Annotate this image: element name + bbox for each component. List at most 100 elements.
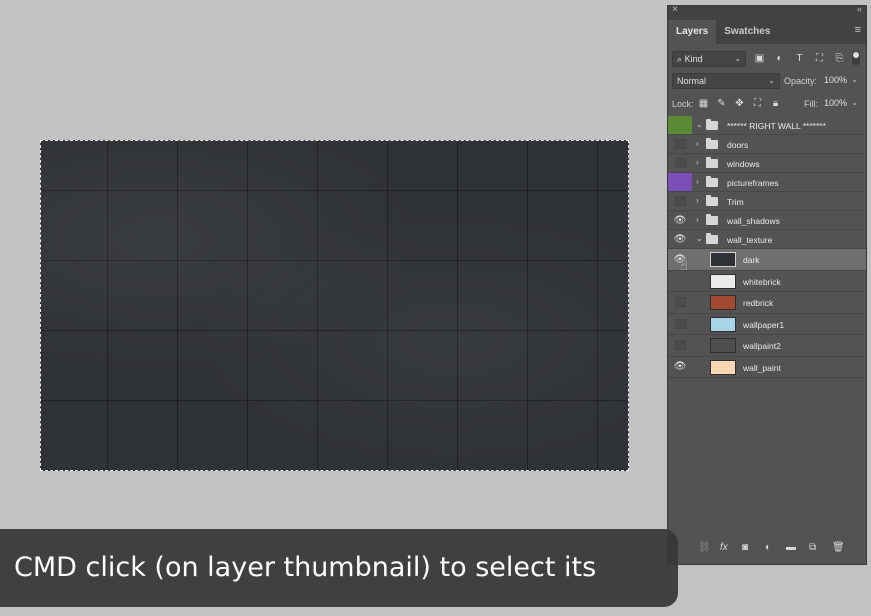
document-canvas[interactable] <box>40 140 629 471</box>
layer-row-wallpaint2[interactable]: wallpaint2 <box>668 335 866 357</box>
layer-thumbnail[interactable] <box>710 252 736 267</box>
filter-shape-icon[interactable]: ⛶ <box>814 53 825 64</box>
layer-row-pictureframes[interactable]: › pictureframes <box>668 173 866 192</box>
layer-name: Trim <box>727 197 744 207</box>
filter-kind-label: Kind <box>684 54 703 64</box>
layer-name: redbrick <box>743 298 774 308</box>
filter-type-icon[interactable]: T <box>794 53 805 64</box>
layer-name: wallpaint2 <box>743 341 781 351</box>
folder-icon <box>706 138 718 149</box>
panel-title-bar: × « <box>668 4 866 17</box>
layer-thumbnail[interactable] <box>710 295 736 310</box>
chevron-down-icon: ⌄ <box>734 54 741 63</box>
close-panel-icon[interactable]: × <box>672 4 678 15</box>
chevron-down-icon: ⌄ <box>768 76 775 85</box>
layer-row-wall-shadows[interactable]: 👁︎ › wall_shadows <box>668 211 866 230</box>
folder-icon <box>706 195 718 206</box>
layer-thumbnail[interactable] <box>710 338 736 353</box>
fx-icon[interactable]: fx <box>720 542 728 553</box>
visibility-toggle[interactable] <box>668 335 692 356</box>
filter-kind-select[interactable]: ⌕ Kind ⌄ <box>672 51 746 67</box>
visibility-toggle-box <box>674 318 686 329</box>
blend-row: Normal ⌄ Opacity: 100% ⌄ <box>668 70 866 92</box>
layer-row-wall-texture[interactable]: 👁︎ ⌄ wall_texture <box>668 230 866 249</box>
chevron-down-icon[interactable]: ⌄ <box>696 120 703 129</box>
folder-icon <box>706 233 718 244</box>
lock-all-icon[interactable]: 🔒︎ <box>770 98 781 109</box>
folder-icon <box>706 119 718 130</box>
layers-bottom-toolbar: ⛓︎ fx ◙ ◐ ▬ ⧉ 🗑︎ <box>668 542 866 558</box>
visibility-toggle-box <box>674 297 686 308</box>
filter-pixel-icon[interactable]: ▣ <box>754 53 765 64</box>
layer-thumbnail[interactable] <box>710 359 736 375</box>
tab-layers[interactable]: Layers <box>668 20 717 44</box>
visibility-toggle[interactable] <box>668 192 692 210</box>
lock-transparent-icon[interactable]: ▦ <box>698 98 709 109</box>
visibility-toggle[interactable] <box>668 292 692 313</box>
chevron-right-icon[interactable]: › <box>696 139 699 148</box>
visibility-toggle[interactable] <box>668 314 692 335</box>
layer-row-trim[interactable]: › Trim <box>668 192 866 211</box>
eye-icon: 👁︎ <box>673 361 687 373</box>
lock-brush-icon[interactable]: ✎ <box>716 98 727 109</box>
chevron-down-icon[interactable]: ⌄ <box>696 234 703 243</box>
trash-icon[interactable]: 🗑︎ <box>832 542 845 553</box>
chevron-right-icon[interactable]: › <box>696 177 699 186</box>
opacity-label: Opacity: <box>784 76 818 86</box>
layer-row-wall-paint[interactable]: 👁︎ wall_paint <box>668 357 866 378</box>
visibility-toggle-box <box>674 196 686 206</box>
layer-name: ****** RIGHT WALL ******* <box>727 121 826 131</box>
new-group-icon[interactable]: ▬ <box>786 542 796 553</box>
layer-row-doors[interactable]: › doors <box>668 135 866 154</box>
blend-mode-select[interactable]: Normal ⌄ <box>672 73 780 89</box>
adjustment-layer-icon[interactable]: ◐ <box>765 542 771 553</box>
tab-swatches[interactable]: Swatches <box>716 20 778 44</box>
layer-row-windows[interactable]: › windows <box>668 154 866 173</box>
fill-value: 100% <box>824 98 848 108</box>
layer-name: wall_shadows <box>727 216 780 226</box>
chevron-right-icon[interactable]: › <box>696 158 699 167</box>
visibility-toggle[interactable] <box>668 173 692 191</box>
layers-panel: × « Layers Swatches ≡ ⌕ Kind ⌄ ▣ ◐ T ⛶ ⎘… <box>667 4 867 565</box>
filter-smart-object-icon[interactable]: ⎘ <box>834 53 845 64</box>
filter-toggle-switch[interactable] <box>852 51 860 65</box>
visibility-toggle[interactable] <box>668 154 692 172</box>
layer-row-redbrick[interactable]: redbrick <box>668 292 866 314</box>
search-icon: ⌕ <box>677 54 683 64</box>
layer-row-wallpaper1[interactable]: wallpaper1 <box>668 314 866 335</box>
lock-row: Lock: ▦ ✎ ✥ ⛶ 🔒︎ Fill: 100% ⌄ <box>668 93 866 115</box>
chevron-right-icon[interactable]: › <box>696 215 699 224</box>
layers-list: ⌄ ****** RIGHT WALL ******* › doors › wi… <box>668 116 866 378</box>
add-mask-icon[interactable]: ◙ <box>742 542 748 553</box>
eye-icon: 👁︎ <box>673 214 687 226</box>
layer-name: wallpaper1 <box>743 319 785 330</box>
hand-cursor-icon: ☝︎ <box>680 258 688 273</box>
visibility-toggle-box <box>674 139 686 149</box>
panel-menu-icon[interactable]: ≡ <box>855 24 861 36</box>
visibility-toggle[interactable]: 👁︎ <box>668 211 692 229</box>
link-layers-icon[interactable]: ⛓︎ <box>698 542 711 553</box>
visibility-toggle[interactable] <box>668 116 692 134</box>
layer-name: wall_paint <box>743 362 781 373</box>
layer-row-right-wall[interactable]: ⌄ ****** RIGHT WALL ******* <box>668 116 866 135</box>
chevron-right-icon[interactable]: › <box>696 196 699 205</box>
fill-field[interactable]: 100% ⌄ <box>820 96 862 112</box>
lock-label: Lock: <box>672 99 694 109</box>
lock-artboard-icon[interactable]: ⛶ <box>752 98 763 109</box>
filter-adjustment-icon[interactable]: ◐ <box>774 53 785 64</box>
layer-thumbnail[interactable] <box>710 316 736 332</box>
toggle-knob-icon <box>853 52 859 58</box>
visibility-toggle[interactable]: 👁︎ <box>668 357 692 378</box>
layer-row-dark[interactable]: 👁︎ dark <box>668 249 866 271</box>
opacity-field[interactable]: 100% ⌄ <box>820 73 862 89</box>
collapse-panel-icon[interactable]: « <box>857 4 862 14</box>
visibility-toggle[interactable]: 👁︎ <box>668 230 692 248</box>
layer-name: pictureframes <box>727 178 779 188</box>
layer-row-whitebrick[interactable]: whitebrick <box>668 271 866 292</box>
new-layer-icon[interactable]: ⧉ <box>809 542 816 553</box>
folder-icon <box>706 157 718 168</box>
lock-position-icon[interactable]: ✥ <box>734 98 745 109</box>
layer-name: windows <box>727 159 760 169</box>
layer-thumbnail[interactable] <box>710 273 736 289</box>
visibility-toggle[interactable] <box>668 135 692 153</box>
